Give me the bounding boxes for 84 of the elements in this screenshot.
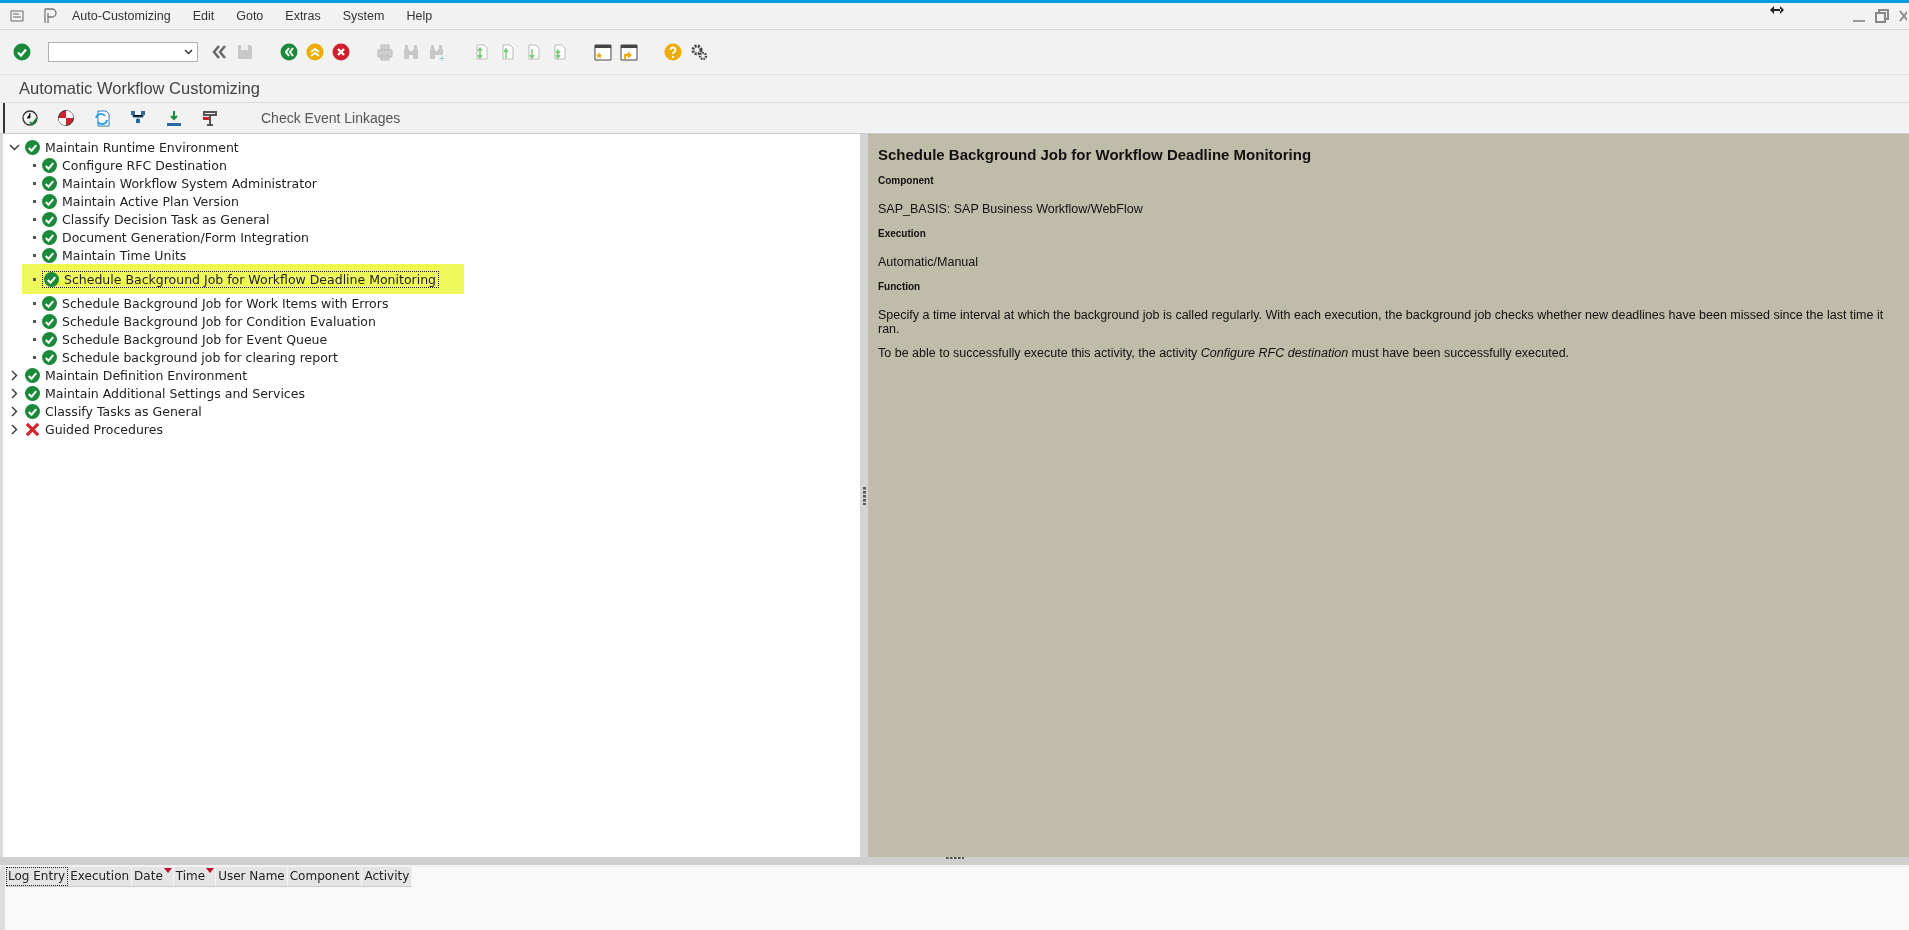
column-header[interactable]: User Name <box>216 867 288 886</box>
tree-node[interactable]: Classify Tasks as General <box>3 402 860 420</box>
bullet-icon <box>33 277 36 281</box>
column-header[interactable]: Date <box>132 867 174 886</box>
section-text: Automatic/Manual <box>878 255 980 269</box>
clock-check-icon[interactable] <box>21 109 39 127</box>
resize-cursor-icon <box>1770 6 1784 14</box>
tree-node[interactable]: Configure RFC Destination <box>61 157 228 173</box>
tree-label: Maintain Additional Settings and Services <box>44 385 306 401</box>
bullet-icon <box>33 337 36 341</box>
section-text: SAP_BASIS: SAP Business Workflow/WebFlow <box>878 202 1144 216</box>
chevron-right-icon[interactable] <box>9 387 20 399</box>
pie-chart-icon[interactable] <box>57 109 75 127</box>
tree-label: Guided Procedures <box>44 421 164 437</box>
cancel-icon[interactable] <box>332 43 350 61</box>
chevron-right-icon[interactable] <box>9 423 20 435</box>
tree-node[interactable]: Schedule Background Job for Condition Evaluation <box>61 313 377 329</box>
section-heading: Component <box>878 175 935 186</box>
section-text: Specify a time interval at which the background job is called regularly. With each execution, the background job checks whether new deadlines have been missed since the last time it ran. <box>878 308 1885 336</box>
grip-dots-icon <box>862 486 866 505</box>
bullet-icon <box>33 181 36 185</box>
splitter-handle[interactable] <box>0 857 1909 865</box>
bullet-icon <box>33 301 36 305</box>
bullet-icon <box>33 235 36 239</box>
tree-node[interactable]: Schedule Background Job for Workflow Deadline Monitoring <box>42 270 440 288</box>
download-tray-icon[interactable] <box>165 109 183 127</box>
menu-icon[interactable] <box>10 10 24 22</box>
double-chevron-icon[interactable] <box>210 43 228 61</box>
tree-node[interactable]: Schedule Background Job for Event Queue <box>61 331 329 347</box>
tree-node[interactable]: Maintain Definition Environment <box>3 366 860 384</box>
grip-dots-icon <box>945 857 964 860</box>
exit-icon[interactable] <box>306 43 324 61</box>
chevron-right-icon[interactable] <box>9 405 20 417</box>
column-header[interactable]: Execution <box>68 867 133 886</box>
tree-node[interactable]: Guided Procedures <box>3 420 860 438</box>
tree-node[interactable]: Maintain Runtime Environment <box>3 138 860 156</box>
tree-label: Maintain Runtime Environment <box>44 139 240 155</box>
tree-node[interactable]: Maintain Active Plan Version <box>61 193 240 209</box>
tree-label: Maintain Definition Environment <box>44 367 249 383</box>
splitter-handle[interactable] <box>860 134 868 857</box>
menu-item[interactable]: Auto-Customizing <box>72 9 171 23</box>
enter-check-icon[interactable] <box>12 43 32 61</box>
tree-node[interactable]: Document Generation/Form Integration <box>61 229 310 245</box>
tree-node[interactable]: Maintain Time Units <box>61 247 188 263</box>
shortcut-window-icon[interactable] <box>620 43 638 61</box>
page-layout-icon[interactable] <box>42 8 58 24</box>
close-icon[interactable] <box>1899 9 1907 23</box>
menu-item[interactable]: Goto <box>236 9 264 23</box>
detail-title: Schedule Background Job for Workflow Deadline Monitoring <box>878 146 1313 163</box>
section-text: To be able to successfully execute this activity, the activity Configure RFC destination must have been successfully executed. <box>878 346 1571 360</box>
chevron-right-icon[interactable] <box>9 369 20 381</box>
bullet-icon <box>33 163 36 167</box>
clamp-icon[interactable] <box>201 109 219 127</box>
tree-label: Classify Tasks as General <box>44 403 203 419</box>
tree-node[interactable]: Schedule Background Job for Work Items with Errors <box>61 295 390 311</box>
refresh-page-icon[interactable] <box>93 109 111 127</box>
command-field[interactable] <box>48 42 198 62</box>
back-icon[interactable] <box>280 43 298 61</box>
tree-node[interactable]: Classify Decision Task as General <box>61 211 271 227</box>
gear-icon[interactable] <box>690 43 708 61</box>
screen-title: Automatic Workflow Customizing <box>0 75 1909 103</box>
bullet-icon <box>33 217 36 221</box>
check-event-linkages-button[interactable]: Check Event Linkages <box>257 108 405 128</box>
tree-node[interactable]: Schedule background job for clearing report <box>61 349 339 365</box>
bullet-icon <box>33 199 36 203</box>
bullet-icon <box>33 355 36 359</box>
section-heading: Function <box>878 281 922 292</box>
bullet-icon <box>33 253 36 257</box>
column-header[interactable]: Log Entry <box>6 867 69 886</box>
section-heading: Execution <box>878 228 927 239</box>
help-icon[interactable] <box>664 43 682 61</box>
menu-item[interactable]: Edit <box>192 9 215 23</box>
new-window-icon[interactable] <box>594 43 612 61</box>
menu-item[interactable]: Extras <box>285 9 321 23</box>
tree-node[interactable]: Maintain Additional Settings and Services <box>3 384 860 402</box>
column-header[interactable]: Component <box>287 867 363 886</box>
menu-item[interactable]: System <box>342 9 385 23</box>
menu-item[interactable]: Help <box>406 9 433 23</box>
restore-icon[interactable] <box>1875 9 1889 23</box>
bullet-icon <box>33 319 36 323</box>
column-header[interactable]: Time <box>173 867 217 886</box>
column-header[interactable]: Activity <box>362 867 413 886</box>
dropdown-caret-icon <box>184 49 193 55</box>
tree-node[interactable]: Maintain Workflow System Administrator <box>61 175 318 191</box>
